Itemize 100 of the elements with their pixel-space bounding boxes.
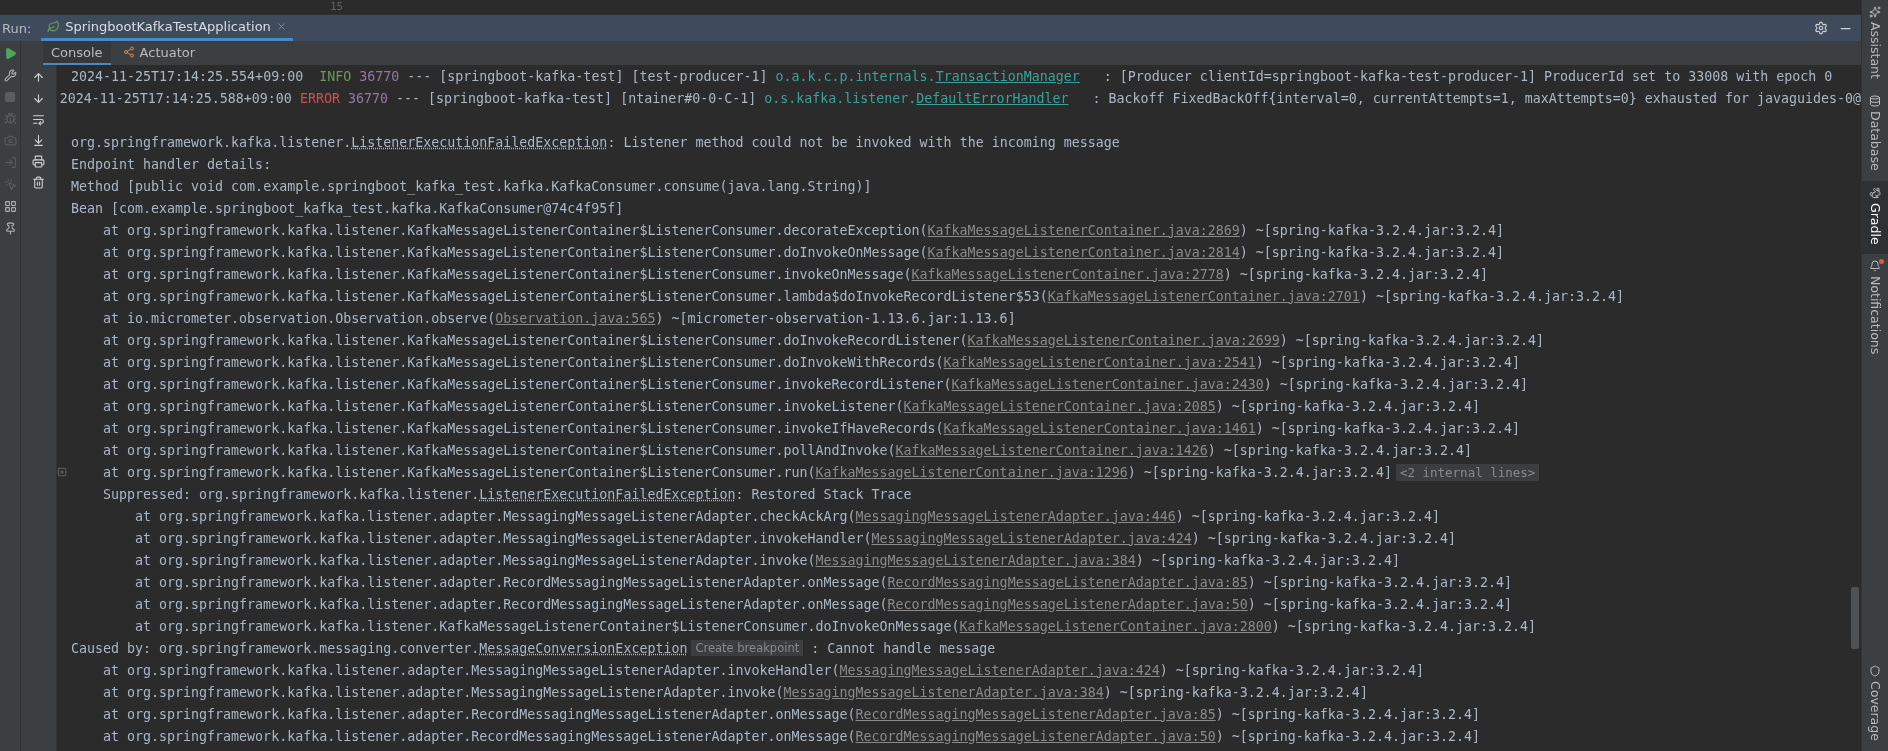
line-number: 15 <box>330 0 344 14</box>
side-tool-tab[interactable]: Gradle <box>1862 180 1888 255</box>
log-text: ) ~[spring-kafka-3.2.4.jar:3.2.4] <box>1159 662 1424 678</box>
side-tool-tab[interactable]: Coverage <box>1862 659 1888 751</box>
source-link[interactable]: KafkaMessageListenerContainer.java:2541 <box>943 354 1256 370</box>
log-text: ) ~[spring-kafka-3.2.4.jar:3.2.4] <box>1247 574 1512 590</box>
side-tool-tab[interactable]: Assistant <box>1862 0 1888 89</box>
log-text: ) ~[spring-kafka-3.2.4.jar:3.2.4] <box>1127 464 1392 480</box>
shield-icon <box>1869 665 1881 678</box>
source-link[interactable]: KafkaMessageListenerContainer.java:2800 <box>959 618 1272 634</box>
log-text: Endpoint handler details: <box>71 156 272 172</box>
log-text: ) ~[spring-kafka-3.2.4.jar:3.2.4] <box>1223 266 1488 282</box>
layout-icon[interactable] <box>3 200 17 213</box>
scroll-to-end-icon[interactable] <box>32 134 45 147</box>
log-level: ERROR <box>299 90 340 106</box>
log-text: ) ~[spring-kafka-3.2.4.jar:3.2.4] <box>1191 530 1456 546</box>
log-text: ) ~[spring-kafka-3.2.4.jar:3.2.4] <box>1263 376 1528 392</box>
log-text: ) ~[spring-kafka-3.2.4.jar:3.2.4] <box>1239 244 1504 260</box>
printer-icon[interactable] <box>32 155 45 168</box>
log-text: at org.springframework.kafka.listener.KafkaMessageListenerContainer$ListenerConsumer.doInvokeOnMessage( <box>135 618 960 634</box>
log-text: ) ~[spring-kafka-3.2.4.jar:3.2.4] <box>1279 332 1544 348</box>
log-text: at org.springframework.kafka.listener.adapter.RecordMessagingMessageListenerAdapter.onMessage( <box>135 574 888 590</box>
source-link[interactable]: KafkaMessageListenerContainer.java:1426 <box>895 442 1208 458</box>
settings-icon[interactable] <box>1814 21 1828 35</box>
log-text: at org.springframework.kafka.listener.KafkaMessageListenerContainer$ListenerConsumer.run( <box>103 464 816 480</box>
side-tool-tab[interactable]: Database <box>1862 88 1888 181</box>
source-link[interactable]: RecordMessagingMessageListenerAdapter.java:85 <box>855 706 1216 722</box>
source-link[interactable]: MessagingMessageListenerAdapter.java:424 <box>871 530 1192 546</box>
log-text: ) ~[micrometer-observation-1.13.6.jar:1.13.6] <box>655 310 1016 326</box>
log-text: ) ~[spring-kafka-3.2.4.jar:3.2.4] <box>1255 354 1520 370</box>
source-link[interactable]: Observation.java:565 <box>495 310 656 326</box>
exception-link[interactable]: MessageConversionException <box>479 640 688 656</box>
scrollbar-thumb[interactable] <box>1851 587 1859 649</box>
log-text: at io.micrometer.observation.Observation.observe( <box>103 310 496 326</box>
source-link[interactable]: MessagingMessageListenerAdapter.java:424 <box>839 662 1160 678</box>
wrap-icon[interactable] <box>32 113 45 126</box>
log-text: 2024-11-25T17:14:25.554+09:00 <box>71 68 305 84</box>
exception-link[interactable]: ListenerExecutionFailedException <box>479 486 736 502</box>
source-link[interactable]: KafkaMessageListenerContainer.java:2701 <box>1047 288 1360 304</box>
source-link[interactable]: KafkaMessageListenerContainer.java:2085 <box>903 398 1216 414</box>
log-text: : Restored Stack Trace <box>735 486 912 502</box>
log-text: at org.springframework.kafka.listener.KafkaMessageListenerContainer$ListenerConsumer.decorateException( <box>103 222 928 238</box>
down-arrow-icon[interactable] <box>32 92 45 105</box>
log-text: : Backoff FixedBackOff{interval=0, currentAttempts=1, maxAttempts=0} exhausted for javaguides-0@ <box>1091 90 1861 106</box>
log-text: Suppressed: org.springframework.kafka.listener. <box>103 486 480 502</box>
hint-label: <2 internal lines> <box>1395 463 1540 481</box>
run-icon[interactable] <box>3 47 17 60</box>
log-text: at org.springframework.kafka.listener.adapter.MessagingMessageListenerAdapter.invokeHandler( <box>135 530 872 546</box>
log-text: ) ~[spring-kafka-3.2.4.jar:3.2.4] <box>1255 420 1520 436</box>
log-text: at org.springframework.kafka.listener.adapter.MessagingMessageListenerAdapter.invoke( <box>103 684 784 700</box>
console-tab[interactable]: Actuator <box>114 41 204 65</box>
log-text: Caused by: org.springframework.messaging.converter. <box>71 640 480 656</box>
bell-icon <box>1869 260 1881 273</box>
source-link[interactable]: KafkaMessageListenerContainer.java:2814 <box>927 244 1240 260</box>
run-label: Run: <box>2 20 32 36</box>
log-text: : Listener method could not be invoked with the incoming message <box>607 134 1120 150</box>
process-id: 36770 <box>346 90 388 106</box>
source-link[interactable]: KafkaMessageListenerContainer.java:2430 <box>951 376 1264 392</box>
source-link[interactable]: RecordMessagingMessageListenerAdapter.java:50 <box>887 596 1248 612</box>
source-link[interactable]: RecordMessagingMessageListenerAdapter.java:50 <box>855 728 1216 744</box>
log-text: at org.springframework.kafka.listener.KafkaMessageListenerContainer$ListenerConsumer.invokeOnMessage( <box>103 266 912 282</box>
source-link[interactable]: MessagingMessageListenerAdapter.java:446 <box>855 508 1176 524</box>
source-link[interactable]: KafkaMessageListenerContainer.java:2869 <box>927 222 1240 238</box>
hint-label: Create breakpoint <box>691 640 804 656</box>
log-text: ) ~[spring-kafka-3.2.4.jar:3.2.4] <box>1207 442 1472 458</box>
source-link[interactable]: MessagingMessageListenerAdapter.java:384 <box>815 552 1136 568</box>
log-text: at org.springframework.kafka.listener.adapter.RecordMessagingMessageListenerAdapter.onMessage( <box>103 706 856 722</box>
wrench-icon[interactable] <box>3 69 17 82</box>
class-link[interactable]: DefaultErrorHandler <box>916 90 1069 106</box>
log-text: at org.springframework.kafka.listener.KafkaMessageListenerContainer$ListenerConsumer.invokeIfHaveRecords( <box>103 420 944 436</box>
up-arrow-icon[interactable] <box>32 71 45 84</box>
class-link[interactable]: TransactionManager <box>935 68 1080 84</box>
console-tab[interactable]: Console <box>43 41 111 65</box>
log-text: org.springframework.kafka.listener. <box>71 134 352 150</box>
log-text: ) ~[spring-kafka-3.2.4.jar:3.2.4] <box>1247 596 1512 612</box>
log-text: : Cannot handle message <box>810 640 996 656</box>
database-icon <box>1869 94 1881 107</box>
logger-name: o.a.k.c.p.internals. <box>775 68 936 84</box>
exception-link[interactable]: ListenerExecutionFailedException <box>351 134 608 150</box>
source-link[interactable]: KafkaMessageListenerContainer.java:1461 <box>943 420 1256 436</box>
side-tool-tab[interactable]: Notifications <box>1862 254 1888 365</box>
source-link[interactable]: MessagingMessageListenerAdapter.java:384 <box>783 684 1104 700</box>
trash-icon[interactable] <box>32 176 45 189</box>
log-text: --- [springboot-kafka-test] [ntainer#0-0-C-1] <box>394 90 758 106</box>
log-text: 2024-11-25T17:14:25.588+09:00 <box>59 90 293 106</box>
log-text: ) ~[spring-kafka-3.2.4.jar:3.2.4] <box>1135 552 1400 568</box>
source-link[interactable]: RecordMessagingMessageListenerAdapter.java:85 <box>887 574 1248 590</box>
pin-icon[interactable] <box>3 222 17 235</box>
log-text: at org.springframework.kafka.listener.adapter.MessagingMessageListenerAdapter.checkAckArg( <box>135 508 856 524</box>
log-text: ) ~[spring-kafka-3.2.4.jar:3.2.4] <box>1103 684 1368 700</box>
log-text: at org.springframework.kafka.listener.KafkaMessageListenerContainer$ListenerConsumer.invokeRecordListener( <box>103 376 952 392</box>
source-link[interactable]: KafkaMessageListenerContainer.java:1296 <box>815 464 1128 480</box>
log-text: at org.springframework.kafka.listener.adapter.MessagingMessageListenerAdapter.invokeHandler( <box>103 662 840 678</box>
source-link[interactable]: KafkaMessageListenerContainer.java:2778 <box>911 266 1224 282</box>
log-text: at org.springframework.kafka.listener.KafkaMessageListenerContainer$ListenerConsumer.doInvokeWithRecords( <box>103 354 944 370</box>
source-link[interactable]: KafkaMessageListenerContainer.java:2699 <box>967 332 1280 348</box>
nodes-icon <box>122 46 135 58</box>
log-text: at org.springframework.kafka.listener.KafkaMessageListenerContainer$ListenerConsumer.invokeListener( <box>103 398 904 414</box>
log-text: ) ~[spring-kafka-3.2.4.jar:3.2.4] <box>1271 618 1536 634</box>
log-text: at org.springframework.kafka.listener.adapter.RecordMessagingMessageListenerAdapter.onMessage( <box>103 728 856 744</box>
